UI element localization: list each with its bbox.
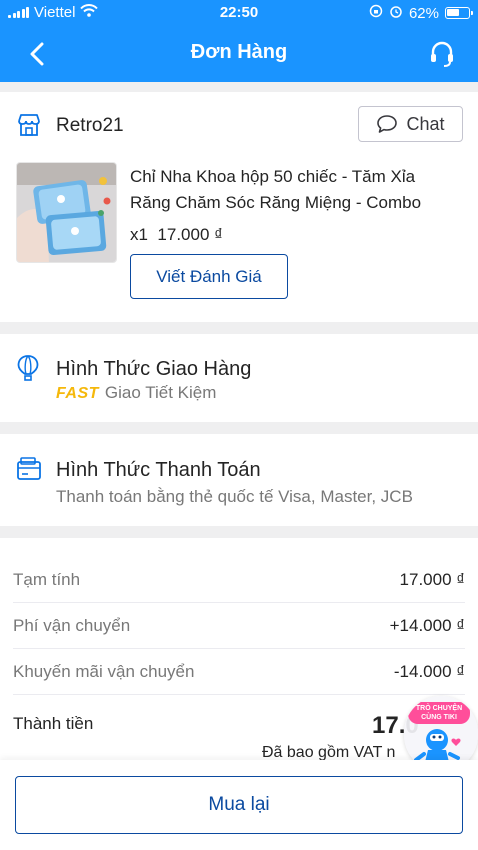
app-header: Đơn Hàng bbox=[0, 26, 478, 82]
orientation-lock-icon bbox=[369, 4, 383, 22]
subtotal-label: Tạm tính bbox=[13, 569, 81, 589]
shipping-method-name: Giao Tiết Kiệm bbox=[104, 383, 217, 402]
shop-name[interactable]: Retro21 bbox=[56, 115, 124, 137]
total-label: Thành tiền bbox=[13, 714, 94, 733]
status-right: 62% bbox=[369, 4, 473, 22]
status-bar: Viettel 22:50 62% bbox=[0, 0, 478, 26]
chat-button-label: Chat bbox=[406, 113, 445, 134]
product-price: 17.000 ₫ bbox=[157, 225, 223, 244]
order-item-card: Retro21 Chat Chỉ Nha Khoa hộp 50 chiếc -… bbox=[0, 92, 478, 322]
shipping-fee-row: Phí vận chuyển +14.000 ₫ bbox=[13, 603, 465, 649]
shipping-discount-label: Khuyến mãi vận chuyển bbox=[13, 661, 195, 681]
page-title: Đơn Hàng bbox=[190, 41, 288, 63]
write-review-button[interactable]: Viết Đánh Giá bbox=[130, 254, 288, 299]
fast-badge: FAST bbox=[56, 385, 99, 402]
bottom-action-bar: Mua lại bbox=[0, 760, 478, 850]
shipping-fee-value: +14.000 ₫ bbox=[389, 615, 465, 635]
headset-icon bbox=[431, 41, 453, 67]
battery-icon bbox=[445, 7, 473, 19]
product-name[interactable]: Chỉ Nha Khoa hộp 50 chiếc - Tăm Xỉa Răng… bbox=[130, 164, 460, 216]
card-payment-icon bbox=[16, 456, 42, 487]
shipping-method-section: Hình Thức Giao Hàng FAST Giao Tiết Kiệm bbox=[0, 334, 478, 422]
shipping-method-title: Hình Thức Giao Hàng bbox=[56, 358, 252, 380]
chat-button[interactable]: Chat bbox=[358, 106, 463, 142]
alarm-icon bbox=[389, 4, 403, 22]
hot-air-balloon-icon bbox=[16, 354, 40, 387]
store-icon bbox=[16, 112, 42, 143]
support-button[interactable] bbox=[426, 38, 458, 70]
shipping-discount-value: -14.000 ₫ bbox=[393, 661, 465, 681]
shipping-method-detail: FAST Giao Tiết Kiệm bbox=[56, 383, 216, 403]
subtotal-value: 17.000 ₫ bbox=[399, 569, 465, 589]
shipping-discount-row: Khuyến mãi vận chuyển -14.000 ₫ bbox=[13, 649, 465, 695]
payment-method-detail: Thanh toán bằng thẻ quốc tế Visa, Master… bbox=[56, 487, 413, 506]
chat-icon bbox=[377, 115, 398, 133]
payment-method-title: Hình Thức Thanh Toán bbox=[56, 459, 261, 481]
battery-percent: 62% bbox=[408, 4, 439, 22]
product-image[interactable] bbox=[16, 162, 117, 263]
shipping-fee-label: Phí vận chuyển bbox=[13, 615, 131, 635]
payment-method-section: Hình Thức Thanh Toán Thanh toán bằng thẻ… bbox=[0, 434, 478, 526]
buy-again-button[interactable]: Mua lại bbox=[15, 776, 463, 834]
product-qty: x1 bbox=[130, 225, 148, 244]
subtotal-row: Tạm tính 17.000 ₫ bbox=[13, 557, 465, 603]
battery-level bbox=[447, 9, 459, 16]
product-qty-price: x1 17.000 ₫ bbox=[130, 225, 223, 245]
